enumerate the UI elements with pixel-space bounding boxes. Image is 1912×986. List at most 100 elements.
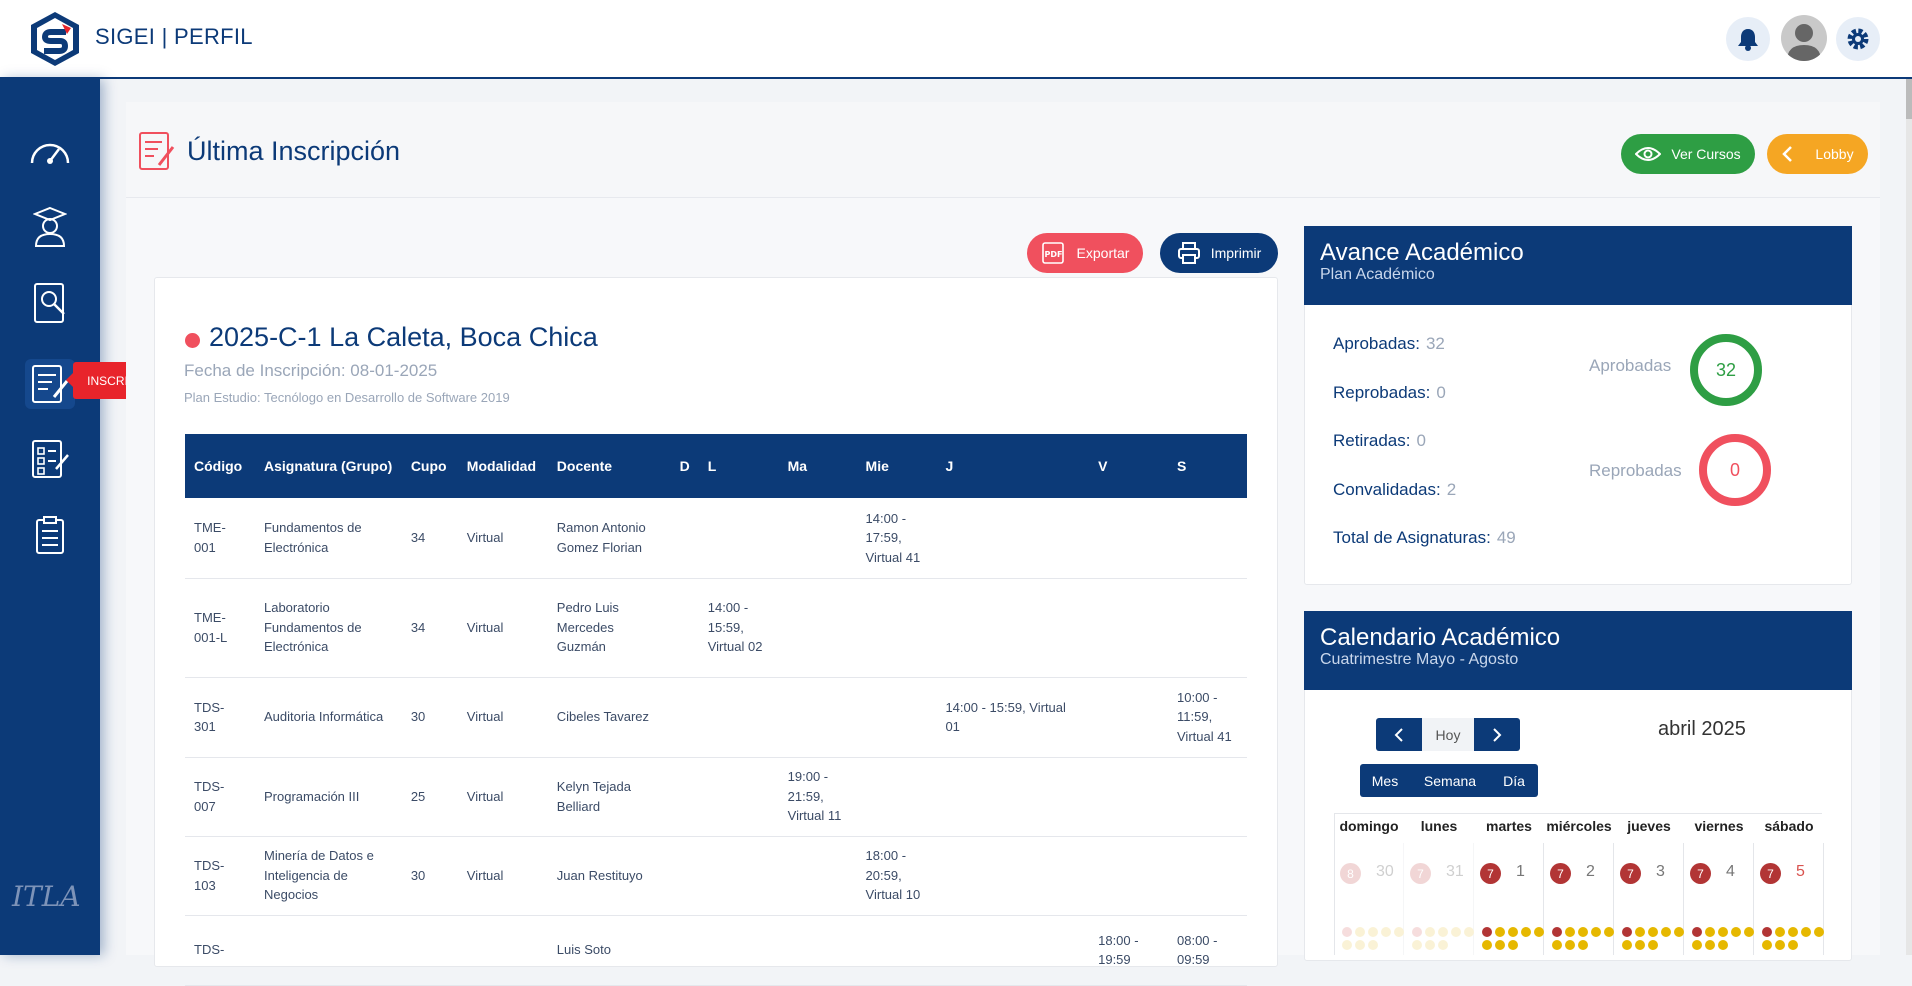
event-count-badge[interactable]: 8 — [1340, 863, 1361, 884]
event-dot[interactable] — [1744, 927, 1754, 937]
event-dot[interactable] — [1508, 927, 1518, 937]
event-dot[interactable] — [1438, 927, 1448, 937]
event-dot[interactable] — [1552, 927, 1562, 937]
calendar-next-button[interactable] — [1474, 718, 1520, 751]
event-dot[interactable] — [1482, 940, 1492, 950]
event-dot[interactable] — [1451, 927, 1461, 937]
imprimir-button[interactable]: Imprimir — [1160, 233, 1278, 273]
event-dot[interactable] — [1705, 927, 1715, 937]
calendar-today-button[interactable]: Hoy — [1422, 718, 1474, 751]
calendar-day[interactable]: 72 — [1544, 843, 1614, 955]
col-docente[interactable]: Docente — [547, 434, 671, 498]
calendar-day[interactable]: 7 31 — [1404, 843, 1474, 955]
event-dot[interactable] — [1342, 927, 1352, 937]
event-dot[interactable] — [1368, 940, 1378, 950]
event-dot[interactable] — [1705, 940, 1715, 950]
event-dot[interactable] — [1495, 927, 1505, 937]
scrollbar-track[interactable] — [1906, 79, 1912, 955]
event-dot[interactable] — [1508, 940, 1518, 950]
calendar-prev-button[interactable] — [1376, 718, 1422, 751]
col-s[interactable]: S — [1168, 434, 1247, 498]
col-modalidad[interactable]: Modalidad — [457, 434, 548, 498]
view-mes-button[interactable]: Mes — [1360, 764, 1410, 797]
settings-button[interactable] — [1836, 17, 1880, 61]
event-dot[interactable] — [1381, 927, 1391, 937]
event-dot[interactable] — [1661, 927, 1671, 937]
col-asignatura[interactable]: Asignatura (Grupo) — [254, 434, 402, 498]
event-count-badge[interactable]: 7 — [1760, 863, 1781, 884]
scrollbar-thumb[interactable] — [1906, 79, 1912, 119]
event-dot[interactable] — [1622, 940, 1632, 950]
event-dot[interactable] — [1578, 940, 1588, 950]
col-d[interactable]: D — [670, 434, 699, 498]
col-codigo[interactable]: Código — [185, 434, 255, 498]
lobby-button[interactable]: Lobby — [1767, 134, 1868, 174]
event-dot[interactable] — [1622, 927, 1632, 937]
exportar-button[interactable]: PDF Exportar — [1027, 233, 1143, 273]
event-dot[interactable] — [1394, 927, 1404, 937]
event-dot[interactable] — [1775, 927, 1785, 937]
event-dot[interactable] — [1788, 927, 1798, 937]
event-dot[interactable] — [1425, 940, 1435, 950]
col-mie[interactable]: Mie — [856, 434, 937, 498]
event-dot[interactable] — [1552, 940, 1562, 950]
sidebar-item-student[interactable] — [25, 202, 75, 252]
event-dot[interactable] — [1342, 940, 1352, 950]
view-dia-button[interactable]: Día — [1490, 764, 1538, 797]
event-count-badge[interactable]: 7 — [1550, 863, 1571, 884]
event-dot[interactable] — [1814, 927, 1824, 937]
event-count-badge[interactable]: 7 — [1410, 863, 1431, 884]
col-cupo[interactable]: Cupo — [401, 434, 458, 498]
user-avatar[interactable] — [1781, 15, 1827, 61]
event-dot[interactable] — [1438, 940, 1448, 950]
col-v[interactable]: V — [1089, 434, 1168, 498]
event-dot[interactable] — [1464, 927, 1474, 937]
event-count-badge[interactable]: 7 — [1480, 863, 1501, 884]
event-dot[interactable] — [1762, 940, 1772, 950]
event-dot[interactable] — [1775, 940, 1785, 950]
event-dot[interactable] — [1692, 927, 1702, 937]
event-dot[interactable] — [1578, 927, 1588, 937]
event-dot[interactable] — [1368, 927, 1378, 937]
col-ma[interactable]: Ma — [778, 434, 857, 498]
calendar-day[interactable]: 74 — [1684, 843, 1754, 955]
event-dot[interactable] — [1731, 927, 1741, 937]
event-dot[interactable] — [1495, 940, 1505, 950]
view-semana-button[interactable]: Semana — [1410, 764, 1490, 797]
event-dot[interactable] — [1591, 927, 1601, 937]
col-l[interactable]: L — [698, 434, 779, 498]
event-dot[interactable] — [1718, 940, 1728, 950]
event-dot[interactable] — [1801, 927, 1811, 937]
event-dot[interactable] — [1355, 927, 1365, 937]
sidebar-item-checklist[interactable] — [25, 434, 75, 484]
event-dot[interactable] — [1762, 927, 1772, 937]
sigei-logo-icon[interactable] — [29, 10, 81, 68]
calendar-day[interactable]: 8 30 — [1334, 843, 1404, 955]
sidebar-item-dashboard[interactable] — [25, 126, 75, 176]
event-dot[interactable] — [1482, 927, 1492, 937]
calendar-day[interactable]: 73 — [1614, 843, 1684, 955]
event-dot[interactable] — [1718, 927, 1728, 937]
event-dot[interactable] — [1604, 927, 1614, 937]
event-dot[interactable] — [1565, 940, 1575, 950]
event-count-badge[interactable]: 7 — [1690, 863, 1711, 884]
col-j[interactable]: J — [936, 434, 1090, 498]
event-count-badge[interactable]: 7 — [1620, 863, 1641, 884]
sidebar-item-clipboard[interactable] — [25, 510, 75, 560]
event-dot[interactable] — [1635, 940, 1645, 950]
event-dot[interactable] — [1692, 940, 1702, 950]
notifications-button[interactable] — [1726, 17, 1770, 61]
event-dot[interactable] — [1412, 940, 1422, 950]
event-dot[interactable] — [1635, 927, 1645, 937]
event-dot[interactable] — [1521, 927, 1531, 937]
event-dot[interactable] — [1355, 940, 1365, 950]
event-dot[interactable] — [1674, 927, 1684, 937]
event-dot[interactable] — [1565, 927, 1575, 937]
event-dot[interactable] — [1412, 927, 1422, 937]
event-dot[interactable] — [1648, 927, 1658, 937]
sidebar-item-profile[interactable] — [25, 278, 75, 328]
ver-cursos-button[interactable]: Ver Cursos — [1621, 134, 1755, 174]
calendar-day[interactable]: 71 — [1474, 843, 1544, 955]
event-dot[interactable] — [1788, 940, 1798, 950]
event-dot[interactable] — [1648, 940, 1658, 950]
